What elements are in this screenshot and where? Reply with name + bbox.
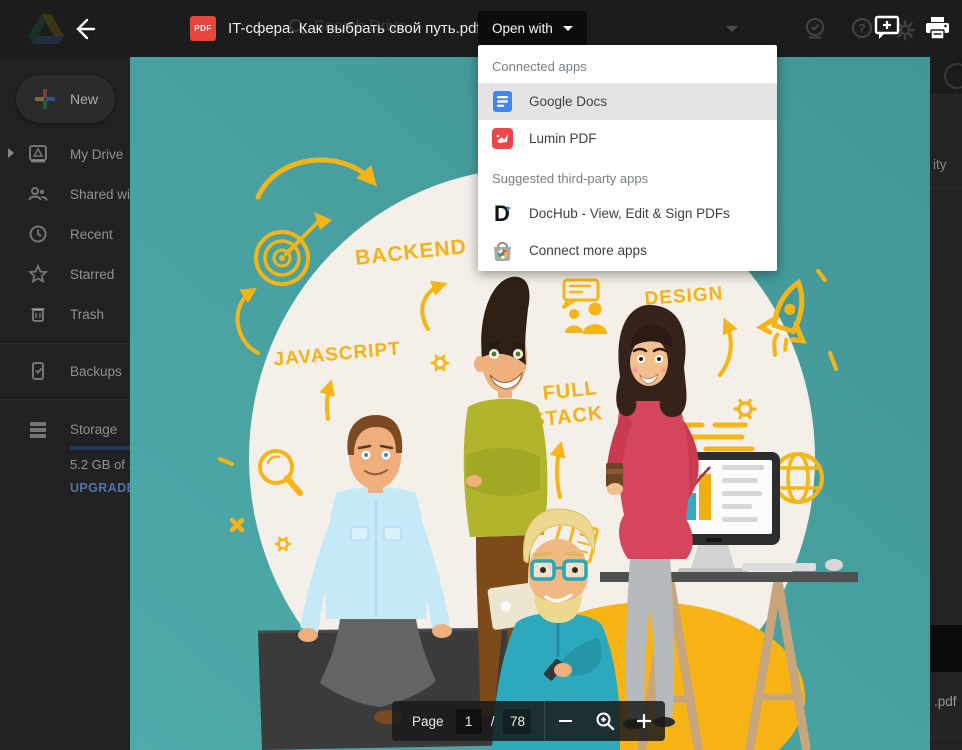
menu-item-label: Lumin PDF	[529, 131, 597, 146]
svg-text:D: D	[494, 203, 510, 224]
star-icon	[28, 264, 48, 284]
my-drive-icon	[29, 145, 47, 163]
avatar-partial	[944, 63, 962, 89]
storage-progress-bar	[70, 446, 130, 450]
minus-icon	[559, 720, 573, 722]
search-icon	[289, 19, 306, 36]
sidebar-item-shared[interactable]: Shared wit	[0, 174, 130, 214]
sidebar-item-starred[interactable]: Starred	[0, 254, 130, 294]
sidebar-item-trash[interactable]: Trash	[0, 294, 130, 334]
help-icon[interactable]: ?	[850, 16, 874, 40]
sidebar-label: Storage	[70, 421, 118, 437]
back-arrow-button[interactable]	[70, 14, 100, 44]
drive-logo	[28, 14, 64, 44]
upgrade-storage-link[interactable]: UPGRADE	[70, 481, 130, 495]
menu-item-label: Connect more apps	[529, 243, 647, 258]
menu-item-label: DocHub - View, Edit & Sign PDFs	[529, 206, 730, 221]
zoom-in-magnifier-icon	[596, 712, 615, 731]
menu-item-dochub[interactable]: D DocHub - View, Edit & Sign PDFs	[478, 195, 777, 232]
google-docs-icon	[493, 91, 512, 112]
sidebar-label: My Drive	[70, 146, 124, 162]
menu-item-google-docs[interactable]: Google Docs	[478, 83, 777, 120]
sidebar-label: Recent	[70, 226, 113, 242]
open-with-label: Open with	[492, 21, 553, 36]
people-icon	[28, 187, 48, 201]
menu-item-lumin-pdf[interactable]: Lumin PDF	[478, 120, 777, 157]
zoom-out-button[interactable]	[545, 701, 586, 741]
sidebar-item-backups[interactable]: Backups	[0, 351, 130, 391]
pdf-viewer-screen: BACKEND JAVASCRIPT DESIGN FULL STACK New…	[0, 0, 962, 750]
page-number-input[interactable]: 1	[455, 708, 482, 734]
menu-item-connect-more[interactable]: Connect more apps	[478, 232, 777, 269]
background-file-list: ity .pdf	[930, 57, 962, 750]
storage-icon	[30, 422, 46, 438]
new-button-label: New	[70, 91, 99, 107]
background-dropdown-arrow	[726, 26, 738, 32]
background-filename-fragment: .pdf	[934, 694, 957, 709]
sidebar-label: Trash	[70, 306, 105, 322]
open-with-menu: Connected apps Google Docs Lumin PDF Sug…	[478, 45, 777, 271]
chevron-down-icon	[562, 26, 573, 31]
zoom-in-button[interactable]	[624, 701, 665, 741]
expand-arrow-icon[interactable]	[8, 148, 14, 158]
search-hint-text: Search Drive	[314, 18, 407, 35]
web-store-icon	[494, 241, 511, 261]
row-divider	[930, 737, 962, 738]
drive-sidebar: New My Drive Shared wit Recent Starred T…	[0, 57, 130, 750]
plus-icon	[637, 714, 652, 728]
page-label: Page	[412, 713, 444, 729]
sidebar-item-recent[interactable]: Recent	[0, 214, 130, 254]
sidebar-divider	[0, 343, 130, 344]
menu-item-label: Google Docs	[529, 94, 608, 109]
background-search-bar: Search Drive	[288, 18, 406, 36]
sidebar-label: Starred	[70, 266, 115, 282]
dochub-icon: D	[494, 203, 511, 224]
print-icon[interactable]	[924, 15, 951, 41]
offline-check-icon[interactable]	[803, 16, 827, 40]
background-header	[930, 57, 962, 95]
page-toolbar: Page 1 / 78	[392, 701, 665, 741]
sidebar-label: Shared wit	[70, 186, 130, 202]
clock-icon	[29, 225, 47, 243]
selected-file-row	[930, 625, 962, 672]
open-with-button[interactable]: Open with	[478, 11, 587, 46]
page-total: 78	[503, 708, 532, 734]
add-comment-icon[interactable]	[874, 15, 901, 41]
phone-check-icon	[32, 362, 44, 380]
background-text-fragment: ity	[933, 157, 947, 172]
trash-icon	[31, 308, 45, 322]
svg-text:?: ?	[858, 22, 865, 36]
lumin-pdf-icon	[492, 128, 513, 149]
sidebar-item-my-drive[interactable]: My Drive	[0, 134, 130, 174]
pdf-badge-text: PDF	[194, 24, 212, 33]
sidebar-item-storage[interactable]: Storage	[0, 409, 130, 449]
menu-section-suggested: Suggested third-party apps	[492, 171, 649, 186]
pdf-file-icon: PDF	[190, 16, 216, 41]
page-separator: /	[490, 713, 495, 729]
menu-section-connected: Connected apps	[492, 59, 587, 74]
row-divider	[930, 187, 962, 188]
sidebar-label: Backups	[70, 363, 122, 379]
multicolor-plus-icon	[35, 89, 55, 109]
zoom-tool-button[interactable]	[587, 701, 624, 741]
new-button[interactable]: New	[16, 75, 115, 123]
storage-used-text: 5.2 GB of 1	[70, 457, 130, 472]
sidebar-divider	[0, 399, 130, 400]
